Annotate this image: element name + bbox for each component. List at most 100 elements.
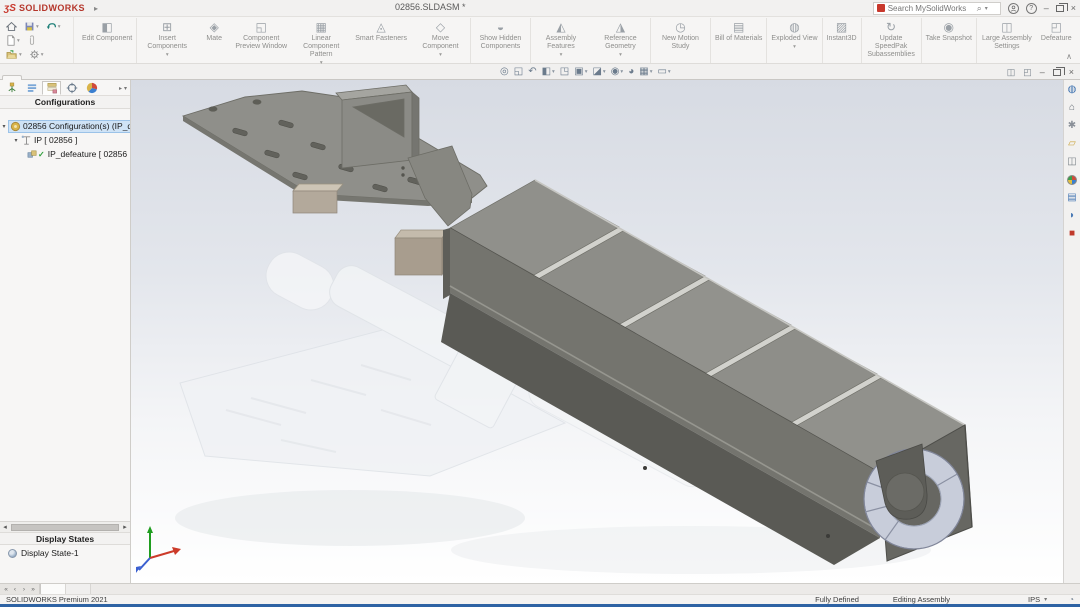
previous-view-icon[interactable]: ↶ — [528, 66, 536, 77]
command-tab[interactable] — [122, 74, 142, 79]
save-icon[interactable]: ▾ — [24, 21, 39, 32]
options-dropdown-icon[interactable]: ▾ — [41, 52, 44, 58]
command-tab[interactable] — [82, 74, 102, 79]
sheet-tab[interactable] — [66, 584, 91, 594]
dropdown-arrow-icon[interactable]: ▾ — [793, 44, 796, 50]
display-style-icon[interactable]: ◪ ▾ — [592, 66, 605, 77]
graphics-viewport[interactable] — [131, 80, 1063, 583]
doc-restore-button[interactable] — [1052, 67, 1065, 76]
sheet-tab-navigation[interactable]: « ‹ › » — [0, 584, 40, 594]
dropdown-arrow-icon[interactable]: ▾ — [668, 69, 671, 75]
view-settings-icon[interactable]: ▭ ▾ — [657, 66, 670, 77]
doc-minimize-button[interactable]: – — [1040, 66, 1045, 79]
ribbon-button[interactable]: ▦ Linear Component Pattern ▾ — [291, 18, 351, 66]
command-tab[interactable] — [142, 74, 162, 79]
solidworks-resources-icon[interactable]: ⌂ — [1065, 101, 1080, 115]
featuremanager-tree-tab[interactable] — [2, 81, 21, 95]
user-account-icon[interactable] — [1007, 2, 1019, 14]
configurationmanager-tab[interactable] — [42, 81, 61, 95]
command-tab[interactable] — [2, 75, 22, 80]
command-tab[interactable] — [102, 74, 122, 79]
dynamic-annotation-views-icon[interactable]: ◳ — [560, 66, 569, 77]
search-icon[interactable]: ⌕ — [977, 3, 982, 14]
undo-icon[interactable]: ▾ — [46, 21, 61, 32]
dropdown-arrow-icon[interactable]: ▾ — [650, 69, 653, 75]
search-input[interactable] — [887, 3, 974, 13]
scroll-left-icon[interactable]: ◂ — [0, 523, 10, 531]
view-palette-icon[interactable]: ◫ — [1065, 155, 1080, 169]
last-tab-icon[interactable]: » — [29, 586, 37, 593]
zoom-to-area-icon[interactable]: ◱ — [514, 66, 523, 77]
doc-close-button[interactable]: × — [1069, 66, 1074, 79]
open-dropdown-icon[interactable]: ▾ — [19, 52, 22, 58]
display-state-item[interactable]: Display State-1 — [0, 545, 130, 561]
search-dropdown-icon[interactable]: ▾ — [985, 5, 988, 12]
ribbon-button[interactable]: ⊞ Insert Components ▾ — [137, 18, 197, 63]
solidworks-forum-icon[interactable]: ◗ — [1065, 209, 1080, 223]
ribbon-button[interactable]: ◉ Take Snapshot — [922, 18, 977, 63]
expand-caret-icon[interactable]: ▾ — [0, 123, 8, 130]
prev-tab-icon[interactable]: ‹ — [11, 586, 19, 593]
tag-icon[interactable]: ◔ — [1069, 595, 1074, 604]
minimize-button[interactable]: – — [1044, 2, 1049, 15]
appearances-scenes-icon[interactable] — [1065, 173, 1080, 187]
dropdown-arrow-icon[interactable]: ▾ — [166, 52, 169, 58]
ribbon-button[interactable]: ◍ Exploded View ▾ — [767, 18, 823, 63]
apply-scene-icon[interactable]: ▦ ▾ — [639, 66, 652, 77]
displaymanager-tab[interactable] — [82, 81, 101, 95]
marketplace-icon[interactable]: ■ — [1065, 227, 1080, 241]
section-view-icon[interactable]: ◧ ▾ — [542, 66, 555, 77]
first-tab-icon[interactable]: « — [2, 586, 10, 593]
restore-button[interactable] — [1055, 2, 1068, 12]
ribbon-button[interactable]: ◒ Show Hidden Components — [471, 18, 531, 63]
design-library-icon[interactable]: ✱ — [1065, 119, 1080, 133]
save-dropdown-icon[interactable]: ▾ — [36, 24, 39, 30]
dropdown-arrow-icon[interactable]: ▾ — [603, 69, 606, 75]
command-tab[interactable] — [62, 74, 82, 79]
dropdown-arrow-icon[interactable]: ▾ — [619, 52, 622, 58]
tree-row[interactable]: ✓ IP_defeature [ 02856 — [0, 147, 130, 161]
tree-row[interactable]: ▾ IP [ 02856 ] — [0, 133, 130, 147]
dropdown-arrow-icon[interactable]: ▾ — [560, 52, 563, 58]
ribbon-button[interactable]: ◭ Assembly Features ▾ — [531, 18, 591, 63]
panel-tab-overflow-icon[interactable]: ▸ ▾ — [119, 85, 128, 92]
scrollbar-thumb[interactable] — [11, 523, 119, 531]
ribbon-button[interactable]: ◬ Smart Fasteners — [351, 18, 411, 63]
menu-expand-icon[interactable]: ▸ — [94, 4, 98, 13]
next-tab-icon[interactable]: › — [20, 586, 28, 593]
ribbon-collapse-icon[interactable]: ∧ — [1066, 52, 1072, 61]
propertymanager-tab[interactable] — [22, 81, 41, 95]
options-gear-icon[interactable]: ▾ — [29, 49, 44, 60]
help-icon[interactable]: ? — [1025, 2, 1037, 14]
dropdown-arrow-icon[interactable]: ▾ — [552, 69, 555, 75]
view-orientation-icon[interactable]: ▣ ▾ — [574, 66, 587, 77]
tree-row[interactable]: ▾ 02856 Configuration(s) (IP_defeat — [0, 119, 130, 133]
zoom-to-fit-icon[interactable]: ◎ — [500, 66, 509, 77]
ribbon-button[interactable]: ◈ Mate — [197, 18, 231, 63]
window-pane2-icon[interactable]: ◰ — [1023, 67, 1032, 78]
hide-show-items-icon[interactable]: ◉ ▾ — [611, 66, 624, 77]
open-icon[interactable]: ▾ — [6, 49, 22, 60]
threedexperience-icon[interactable]: ◍ — [1065, 83, 1080, 97]
new-dropdown-icon[interactable]: ▾ — [17, 38, 20, 44]
dropdown-arrow-icon[interactable]: ▾ — [585, 69, 588, 75]
ribbon-button[interactable]: ◧ Edit Component — [78, 18, 138, 63]
ribbon-button[interactable]: ▤ Bill of Materials — [711, 18, 768, 63]
close-button[interactable]: × — [1071, 2, 1076, 15]
ribbon-button[interactable]: ◫ Large Assembly Settings — [977, 18, 1037, 63]
dimxpertmanager-tab[interactable] — [62, 81, 81, 95]
custom-properties-icon[interactable]: ▤ — [1065, 191, 1080, 205]
ribbon-button[interactable]: ◷ New Motion Study — [651, 18, 711, 63]
expand-caret-icon[interactable]: ▾ — [12, 137, 20, 144]
dropdown-arrow-icon[interactable]: ▾ — [439, 52, 442, 58]
units-dropdown-icon[interactable]: ▾ — [1044, 596, 1047, 603]
sheet-tab[interactable] — [40, 584, 66, 594]
unit-system-label[interactable]: IPS — [1028, 595, 1040, 604]
undo-dropdown-icon[interactable]: ▾ — [58, 24, 61, 30]
dropdown-arrow-icon[interactable]: ▾ — [620, 69, 623, 75]
ribbon-button[interactable]: ◱ Component Preview Window — [231, 18, 291, 63]
command-tab[interactable] — [22, 74, 42, 79]
panel-horizontal-scrollbar[interactable]: ◂ ▸ — [0, 521, 130, 532]
command-tab[interactable] — [42, 74, 62, 79]
window-pane-icon[interactable]: ◫ — [1007, 67, 1016, 78]
